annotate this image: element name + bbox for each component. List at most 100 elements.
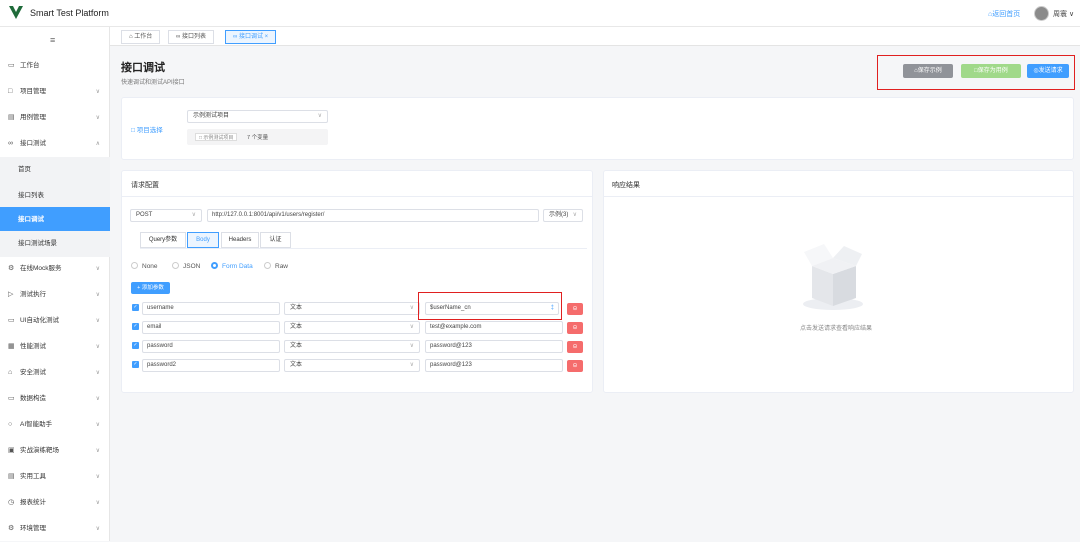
link-icon: ∞ — [176, 34, 181, 40]
method-select[interactable]: POST ∨ — [130, 209, 202, 222]
tab-headers[interactable]: Headers — [221, 232, 259, 248]
top-bar: Smart Test Platform ⌂返回首页 周寰 ∨ — [0, 0, 1080, 27]
tab-workbench[interactable]: ⌂ 工作台 — [121, 30, 161, 44]
sidebar-item-label: 接口测试场景 — [18, 240, 57, 247]
chevron-down-icon: ∨ — [95, 422, 100, 428]
sidebar-item-label: 数据构造 — [20, 395, 46, 402]
sidebar-item-home[interactable]: 首页 — [0, 157, 110, 183]
user-name: 周寰 — [1053, 11, 1067, 18]
radio-none[interactable]: None — [131, 262, 158, 270]
method-value: POST — [136, 212, 153, 218]
param-type-select[interactable]: 文本 ∨ — [284, 302, 420, 315]
project-tag: □ 示例测试项目 — [195, 133, 238, 141]
param-key-input[interactable]: username — [142, 302, 280, 315]
back-home-link[interactable]: ⌂返回首页 — [988, 9, 1020, 19]
param-type-select[interactable]: 文本 ∨ — [284, 340, 420, 353]
chevron-down-icon: ∨ — [95, 344, 100, 350]
chevron-down-icon: ∨ — [317, 113, 322, 119]
sidebar-item-api-debug[interactable]: 接口调试 — [0, 207, 110, 233]
clock-icon: ◷ — [8, 499, 15, 506]
sidebar-item-cases[interactable]: ▤ 用例管理 ∨ — [0, 105, 110, 131]
delete-param-button[interactable]: ⊝ — [567, 360, 583, 372]
sidebar-item-ui-auto[interactable]: ▭ UI自动化测试 ∨ — [0, 308, 110, 334]
param-type-select[interactable]: 文本 ∨ — [284, 321, 420, 334]
sidebar-item-mock[interactable]: ⚙ 在线Mock服务 ∨ — [0, 256, 110, 282]
tab-auth[interactable]: 认证 — [260, 232, 291, 248]
chevron-down-icon: ∨ — [95, 396, 100, 402]
page-subtitle: 快速调试和测试API接口 — [121, 80, 185, 86]
variable-count: 7 个变量 — [247, 135, 269, 141]
param-value-input[interactable]: $userName_cn ‡ — [425, 302, 559, 315]
param-key-input[interactable]: password2 — [142, 359, 280, 372]
tab-body[interactable]: Body — [187, 232, 219, 248]
delete-param-button[interactable]: ⊝ — [567, 341, 583, 353]
tool-icon: ▤ — [8, 473, 15, 480]
sidebar-item-api-scenarios[interactable]: 接口测试场景 — [0, 231, 110, 257]
param-key-input[interactable]: password — [142, 340, 280, 353]
sidebar-item-api-test[interactable]: ∞ 接口测试 ∧ — [0, 131, 110, 157]
sidebar-item-projects[interactable]: □ 项目管理 ∨ — [0, 79, 110, 105]
folder-icon: □ — [131, 127, 135, 134]
chevron-down-icon: ∨ — [95, 370, 100, 376]
divider — [604, 196, 1073, 197]
sidebar-item-env[interactable]: ⚙ 环境管理 ∨ — [0, 516, 110, 542]
radio-dot — [172, 262, 179, 269]
close-icon[interactable]: × — [265, 34, 269, 40]
example-select[interactable]: 示例(3) ∨ — [543, 209, 583, 222]
radio-raw[interactable]: Raw — [264, 262, 288, 270]
chevron-down-icon: ∨ — [95, 526, 100, 532]
project-label-text: 项目选择 — [136, 127, 163, 134]
radio-dot — [264, 262, 271, 269]
sidebar-item-ai[interactable]: ○ AI智能助手 ∨ — [0, 412, 110, 438]
sidebar-item-api-list[interactable]: 接口列表 — [0, 183, 110, 209]
menu-toggle-icon[interactable]: ≡ — [50, 35, 55, 45]
sidebar-item-label: 实用工具 — [20, 473, 46, 480]
param-type-select[interactable]: 文本 ∨ — [284, 359, 420, 372]
tab-label: 接口调试 — [238, 34, 263, 40]
chevron-down-icon: ∨ — [409, 324, 414, 330]
param-key-input[interactable]: email — [142, 321, 280, 334]
chat-icon: ○ — [8, 421, 13, 428]
sidebar-item-workbench[interactable]: ▭ 工作台 — [0, 53, 110, 79]
sidebar-item-execution[interactable]: ▷ 测试执行 ∨ — [0, 282, 110, 308]
sidebar-item-range[interactable]: ▣ 实战演练靶场 ∨ — [0, 438, 110, 464]
chevron-down-icon: ∨ — [95, 318, 100, 324]
page-title: 接口调试 — [121, 62, 165, 74]
sidebar-item-label: 环境管理 — [20, 525, 46, 532]
tab-query-params[interactable]: Query参数 — [140, 232, 186, 248]
sidebar-item-reports[interactable]: ◷ 报表统计 ∨ — [0, 490, 110, 516]
add-param-button[interactable]: + 添加参数 — [131, 282, 170, 294]
delete-icon: ⊝ — [572, 325, 578, 331]
variable-icon[interactable]: ‡ — [551, 303, 554, 314]
chevron-down-icon: ∨ — [572, 212, 577, 218]
sidebar-item-performance[interactable]: ▦ 性能测试 ∨ — [0, 334, 110, 360]
project-select[interactable]: 示例测试项目 ∨ — [187, 110, 328, 123]
tab-api-list[interactable]: ∞ 接口列表 — [168, 30, 214, 44]
param-value-input[interactable]: password@123 — [425, 340, 563, 353]
chevron-down-icon: ∨ — [409, 362, 414, 368]
project-tag-text: 示例测试项目 — [203, 135, 234, 141]
save-example-button[interactable]: ⌂保存示例 — [903, 64, 953, 78]
user-menu[interactable]: 周寰 ∨ — [1053, 9, 1074, 19]
param-checkbox[interactable]: ✓ — [132, 323, 139, 330]
sidebar-item-security[interactable]: ⌂ 安全测试 ∨ — [0, 360, 110, 386]
chevron-down-icon: ∨ — [95, 500, 100, 506]
param-value-input[interactable]: test@example.com — [425, 321, 563, 334]
selected-project: 示例测试项目 — [193, 113, 230, 119]
save-as-case-button[interactable]: □保存为用例 — [961, 64, 1021, 78]
param-checkbox[interactable]: ✓ — [132, 342, 139, 349]
param-value-input[interactable]: password@123 — [425, 359, 563, 372]
radio-form-data[interactable]: Form Data — [211, 262, 253, 270]
delete-param-button[interactable]: ⊝ — [567, 303, 583, 315]
param-checkbox[interactable]: ✓ — [132, 304, 139, 311]
url-input[interactable]: http://127.0.0.1:8001/api/v1/users/regis… — [207, 209, 539, 222]
tab-api-debug[interactable]: ∞ 接口调试 × — [225, 30, 277, 44]
delete-param-button[interactable]: ⊝ — [567, 322, 583, 334]
radio-json[interactable]: JSON — [172, 262, 200, 270]
avatar[interactable] — [1034, 6, 1049, 21]
link-icon: ∞ — [233, 34, 238, 40]
sidebar-item-tools[interactable]: ▤ 实用工具 ∨ — [0, 464, 110, 490]
send-request-button[interactable]: ◎发送请求 — [1027, 64, 1069, 78]
param-checkbox[interactable]: ✓ — [132, 361, 139, 368]
sidebar-item-data-gen[interactable]: ▭ 数据构造 ∨ — [0, 386, 110, 412]
